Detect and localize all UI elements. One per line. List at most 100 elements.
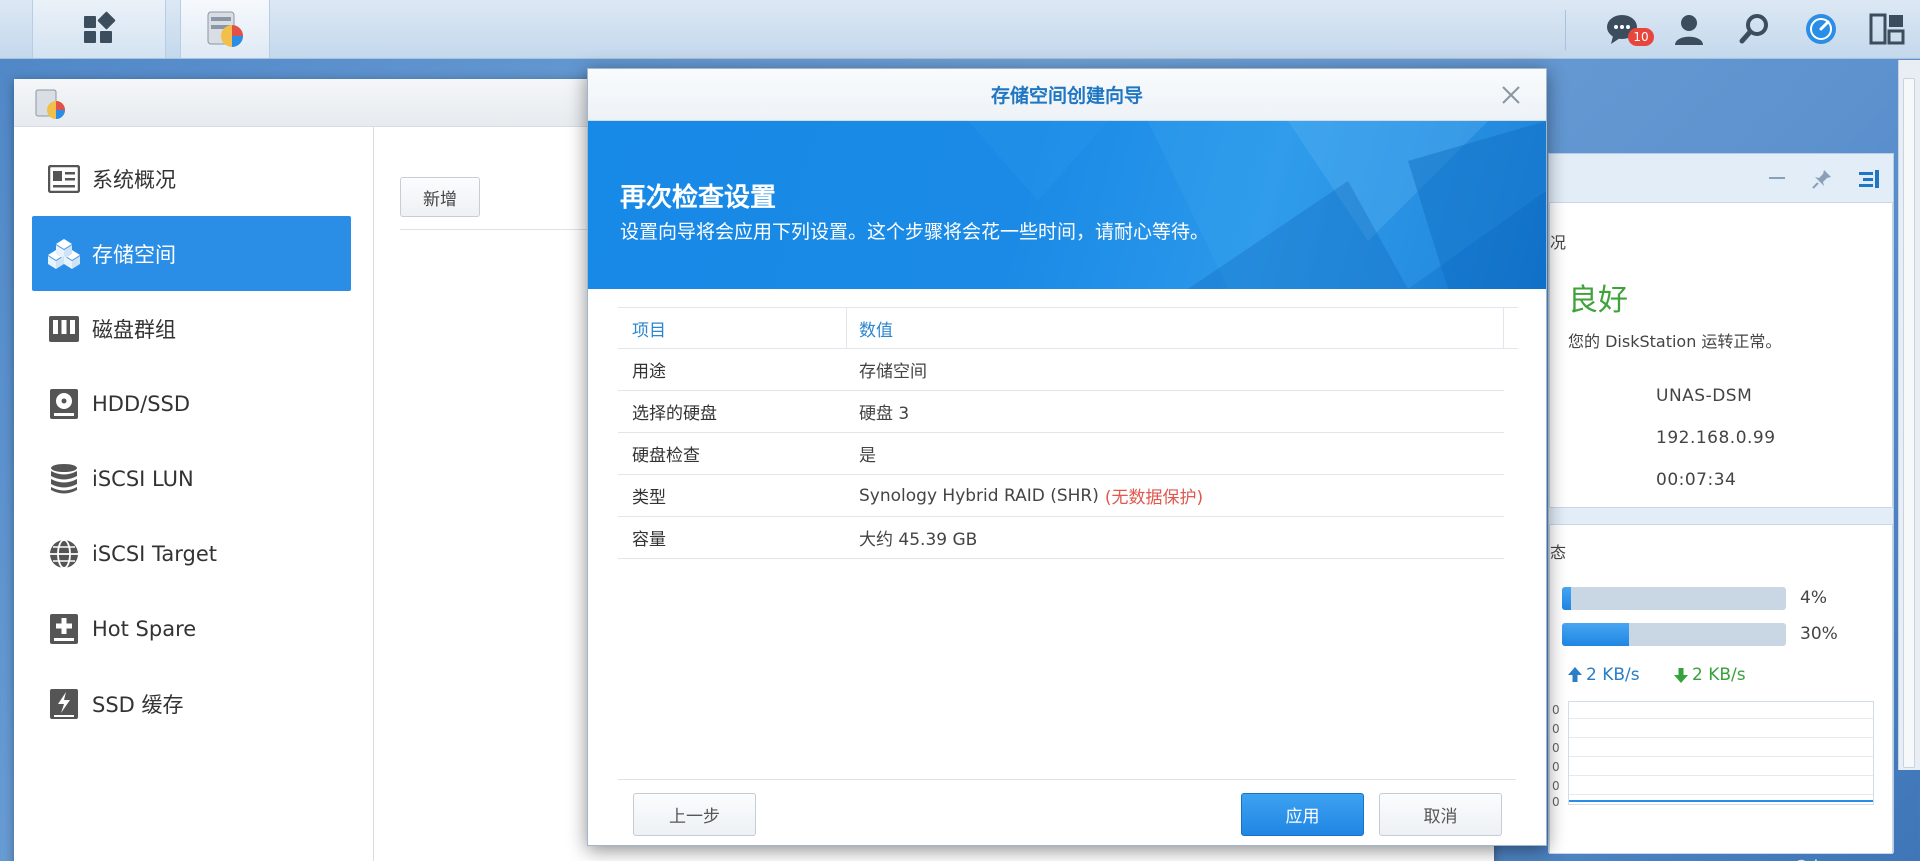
notification-badge: 10 <box>1628 28 1654 46</box>
cpu-usage-percent: 4% <box>1800 588 1827 608</box>
notifications-button[interactable]: 10 <box>1590 0 1656 58</box>
lun-icon <box>46 461 82 497</box>
widgets-icon <box>1869 13 1905 45</box>
sidebar-item-volume[interactable]: 存储空间 <box>32 216 351 291</box>
sidebar: 系统概况 存储空间 磁盘群组 HDD/SSD iSCSI LUN iSCSI T… <box>14 127 374 861</box>
sidebar-item-hdd-ssd[interactable]: HDD/SSD <box>32 366 351 441</box>
sidebar-item-ssd-cache[interactable]: SSD 缓存 <box>32 666 351 741</box>
new-button[interactable]: 新增 <box>400 177 480 217</box>
cancel-button[interactable]: 取消 <box>1379 793 1502 836</box>
disk-group-icon <box>46 311 82 347</box>
row-value: Synology Hybrid RAID (SHR) (无数据保护) <box>847 475 1504 516</box>
sidebar-item-label: SSD 缓存 <box>92 692 184 717</box>
banner-title: 再次检查设置 <box>620 183 777 213</box>
widget-panel: 况 良好 您的 DiskStation 运转正常。 UNAS-DSM 192.1… <box>1548 153 1894 854</box>
ram-usage-fill <box>1562 623 1630 646</box>
user-icon <box>1675 15 1703 45</box>
desktop-scrollbar[interactable] <box>1898 60 1920 770</box>
overview-icon <box>46 161 82 197</box>
row-value: 存储空间 <box>859 362 927 382</box>
sidebar-item-label: 存储空间 <box>92 242 176 267</box>
taskbar: 10 <box>0 0 1920 59</box>
table-row: 容量 大约 45.39 GB <box>618 517 1504 559</box>
upload-rate-value: 2 KB/s <box>1586 665 1640 685</box>
hot-spare-icon <box>46 611 82 647</box>
resource-monitor-button[interactable] <box>1788 0 1854 58</box>
sidebar-item-label: 磁盘群组 <box>92 317 176 342</box>
widgets-button[interactable] <box>1854 0 1920 58</box>
sidebar-item-label: iSCSI LUN <box>92 466 194 491</box>
graph-axis-labels: 0 0 0 0 0 0 <box>1552 703 1560 809</box>
resource-monitor-panel: 态 4% 30% 2 KB/s 2 KB/s 0 0 0 0 0 0 <box>1549 524 1893 854</box>
upload-rate: 2 KB/s <box>1568 665 1640 685</box>
row-item: 硬盘检查 <box>632 446 700 466</box>
dialog-title: 存储空间创建向导 <box>990 85 1143 107</box>
widget-menu-icon[interactable] <box>1857 168 1881 190</box>
column-header-item[interactable]: 项目 <box>618 308 847 348</box>
uptime: 00:07:34 <box>1656 470 1737 490</box>
sidebar-item-disk-group[interactable]: 磁盘群组 <box>32 291 351 366</box>
dialog-banner: 再次检查设置 设置向导将会应用下列设置。这个步骤将会花一些时间，请耐心等待。 <box>588 121 1546 289</box>
table-header: 项目 数值 <box>618 307 1518 349</box>
network-graph <box>1568 701 1874 805</box>
sidebar-item-label: 系统概况 <box>92 167 176 192</box>
sidebar-item-overview[interactable]: 系统概况 <box>32 141 351 216</box>
resource-monitor-icon <box>1806 14 1836 44</box>
footer-divider <box>618 779 1516 780</box>
row-value: 大约 45.39 GB <box>859 530 978 550</box>
close-icon[interactable] <box>1500 84 1522 106</box>
volume-creation-wizard: 存储空间创建向导 再次检查设置 设置向导将会应用下列设置。这个步骤将会花一些时间… <box>587 68 1547 846</box>
download-rate: 2 KB/s <box>1674 665 1746 685</box>
sidebar-item-label: HDD/SSD <box>92 391 191 416</box>
back-button[interactable]: 上一步 <box>633 793 756 836</box>
row-item: 类型 <box>632 488 666 508</box>
minimize-icon[interactable] <box>1767 168 1787 188</box>
health-status: 良好 <box>1568 283 1628 318</box>
dialog-titlebar[interactable]: 存储空间创建向导 <box>588 69 1546 121</box>
globe-icon <box>46 536 82 572</box>
cpu-usage-fill <box>1562 587 1571 610</box>
download-arrow-icon <box>1674 668 1688 683</box>
apply-button[interactable]: 应用 <box>1241 793 1364 836</box>
sidebar-item-hot-spare[interactable]: Hot Spare <box>32 591 351 666</box>
storage-manager-icon <box>35 89 65 119</box>
ssd-cache-icon <box>46 686 82 722</box>
upload-arrow-icon <box>1568 667 1582 682</box>
scrollbar-thumb[interactable] <box>1903 78 1915 768</box>
taskbar-storage-manager[interactable] <box>180 0 270 58</box>
volume-icon <box>46 236 82 272</box>
sidebar-item-iscsi-target[interactable]: iSCSI Target <box>32 516 351 591</box>
row-value: 硬盘 3 <box>859 404 910 424</box>
pin-icon[interactable] <box>1811 168 1833 190</box>
main-menu-button[interactable] <box>32 0 166 58</box>
search-button[interactable] <box>1722 0 1788 58</box>
row-item: 容量 <box>632 530 666 550</box>
storage-manager-icon <box>207 11 243 47</box>
download-rate-value: 2 KB/s <box>1692 665 1746 685</box>
user-button[interactable] <box>1656 0 1722 58</box>
table-row: 硬盘检查 是 <box>618 433 1504 475</box>
ram-usage-bar <box>1562 623 1786 646</box>
panel-title-fragment: 况 <box>1550 233 1567 252</box>
search-icon <box>1739 14 1768 44</box>
sidebar-item-label: Hot Spare <box>92 616 197 641</box>
watermark: Chi na2japan <box>1770 832 1873 861</box>
panel-title-fragment: 态 <box>1550 543 1567 562</box>
column-header-value[interactable]: 数值 <box>847 308 1504 348</box>
server-name: UNAS-DSM <box>1656 386 1753 406</box>
sidebar-item-label: iSCSI Target <box>92 541 217 566</box>
cpu-usage-bar <box>1562 587 1786 610</box>
table-row: 用途 存储空间 <box>618 349 1504 391</box>
table-row: 选择的硬盘 硬盘 3 <box>618 391 1504 433</box>
sidebar-item-iscsi-lun[interactable]: iSCSI LUN <box>32 441 351 516</box>
system-health-panel: 况 良好 您的 DiskStation 运转正常。 UNAS-DSM 192.1… <box>1549 202 1893 508</box>
health-description: 您的 DiskStation 运转正常。 <box>1568 332 1782 351</box>
row-item: 选择的硬盘 <box>632 404 717 424</box>
hdd-icon <box>46 386 82 422</box>
apps-grid-icon <box>84 11 116 43</box>
row-item: 用途 <box>632 362 666 382</box>
widget-header <box>1549 154 1893 202</box>
settings-summary-table: 项目 数值 用途 存储空间 选择的硬盘 硬盘 3 硬盘检查 是 类型 Synol… <box>618 307 1518 559</box>
ram-usage-percent: 30% <box>1800 624 1838 644</box>
row-value: 是 <box>859 446 876 466</box>
